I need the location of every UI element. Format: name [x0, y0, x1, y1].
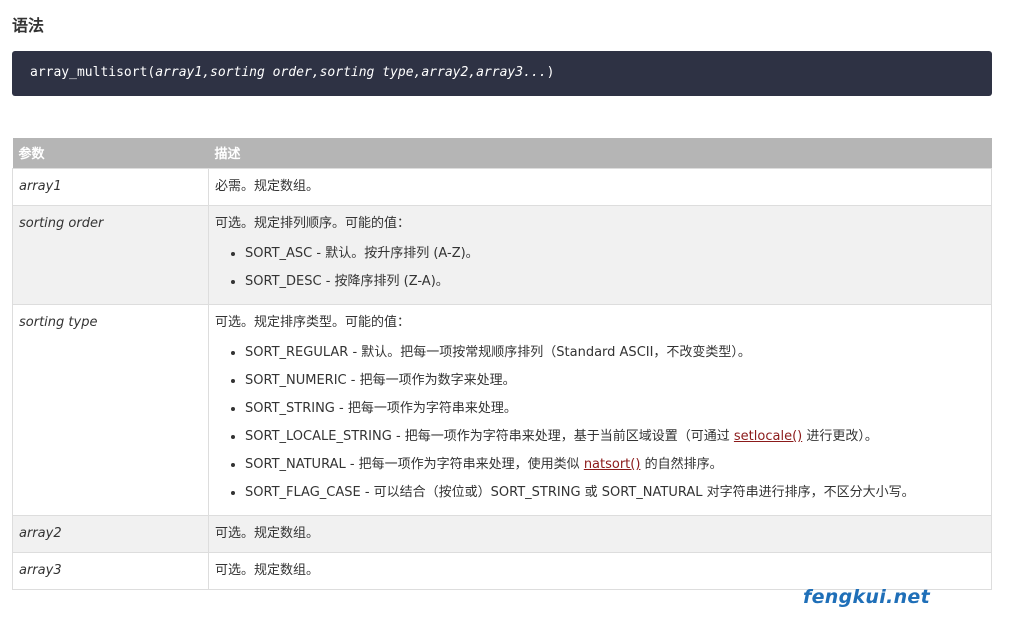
list-item-text: 进行更改）。	[802, 428, 878, 444]
table-row: sorting order 可选。规定排列顺序。可能的值： SORT_ASC -…	[12, 204, 992, 305]
table-row: array3 可选。规定数组。	[12, 551, 992, 590]
code-function: array_multisort(	[30, 65, 156, 80]
list-item: SORT_REGULAR - 默认。把每一项按常规顺序排列（Standard A…	[245, 343, 985, 363]
list-item: SORT_STRING - 把每一项作为字符串来处理。	[245, 399, 985, 419]
header-param: 参数	[12, 138, 209, 168]
header-desc: 描述	[208, 138, 992, 168]
code-block: array_multisort(array1,sorting order,sor…	[12, 51, 992, 96]
param-desc: 可选。规定排列顺序。可能的值：	[215, 215, 411, 231]
param-name: array2	[12, 514, 209, 553]
setlocale-link[interactable]: setlocale()	[734, 429, 802, 444]
values-list: SORT_ASC - 默认。按升序排列 (A-Z)。 SORT_DESC - 按…	[245, 244, 985, 292]
section-heading: 语法	[12, 16, 45, 35]
list-item-text: 的自然排序。	[640, 456, 723, 472]
param-desc-cell: 可选。规定排序类型。可能的值： SORT_REGULAR - 默认。把每一项按常…	[208, 303, 992, 516]
code-close: )	[546, 65, 555, 80]
param-desc: 必需。规定数组。	[208, 167, 992, 206]
watermark-logo: fengkui.net	[803, 586, 930, 608]
param-name: array1	[12, 167, 209, 206]
list-item-text: SORT_NATURAL - 把每一项作为字符串来处理，使用类似	[245, 456, 584, 472]
param-desc: 可选。规定排序类型。可能的值：	[215, 314, 411, 330]
table-row: array2 可选。规定数组。	[12, 514, 992, 553]
param-name: sorting order	[12, 204, 209, 305]
parameters-table: 参数 描述 array1 必需。规定数组。 sorting order 可选。规…	[12, 138, 992, 590]
list-item: SORT_NUMERIC - 把每一项作为数字来处理。	[245, 371, 985, 391]
param-desc: 可选。规定数组。	[208, 514, 992, 553]
list-item: SORT_ASC - 默认。按升序排列 (A-Z)。	[245, 244, 985, 264]
list-item: SORT_FLAG_CASE - 可以结合（按位或）SORT_STRING 或 …	[245, 483, 985, 503]
table-row: array1 必需。规定数组。	[12, 167, 992, 206]
code-args: array1,sorting order,sorting type,array2…	[155, 65, 547, 80]
list-item-text: SORT_LOCALE_STRING - 把每一项作为字符串来处理，基于当前区域…	[245, 428, 734, 444]
param-name: sorting type	[12, 303, 209, 516]
table-header-row: 参数 描述	[12, 138, 992, 168]
param-desc: 可选。规定数组。	[208, 551, 992, 590]
natsort-link[interactable]: natsort()	[584, 457, 641, 472]
values-list: SORT_REGULAR - 默认。把每一项按常规顺序排列（Standard A…	[245, 343, 985, 503]
list-item: SORT_LOCALE_STRING - 把每一项作为字符串来处理，基于当前区域…	[245, 427, 985, 447]
param-desc-cell: 可选。规定排列顺序。可能的值： SORT_ASC - 默认。按升序排列 (A-Z…	[208, 204, 992, 305]
list-item: SORT_NATURAL - 把每一项作为字符串来处理，使用类似 natsort…	[245, 455, 985, 475]
table-row: sorting type 可选。规定排序类型。可能的值： SORT_REGULA…	[12, 303, 992, 516]
param-name: array3	[12, 551, 209, 590]
list-item: SORT_DESC - 按降序排列 (Z-A)。	[245, 272, 985, 292]
